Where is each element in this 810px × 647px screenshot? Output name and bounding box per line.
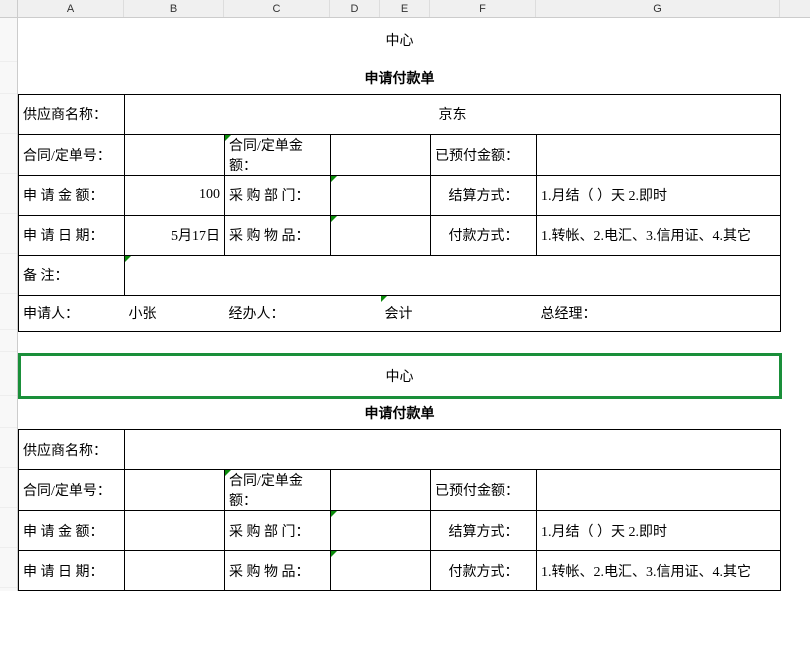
apply-amt-label[interactable]: 申 请 金 额： bbox=[19, 175, 125, 215]
comment-indicator-icon bbox=[381, 296, 387, 302]
comment-indicator-icon bbox=[225, 470, 231, 476]
payment-form-1: 中心 申请付款单 供应商名称： 京东 合同/定单号： 合同/定单金额： 已预付金… bbox=[18, 18, 781, 332]
comment-indicator-icon bbox=[331, 176, 337, 182]
prepaid-value[interactable] bbox=[537, 134, 781, 175]
contract-no-label[interactable]: 合同/定单号： bbox=[19, 470, 125, 511]
form-subtitle[interactable]: 申请付款单 bbox=[19, 398, 781, 430]
col-C[interactable]: C bbox=[224, 0, 330, 17]
supplier-value[interactable] bbox=[125, 430, 781, 470]
contract-no-value[interactable] bbox=[125, 470, 225, 511]
dept-label[interactable]: 采 购 部 门： bbox=[225, 175, 331, 215]
goods-value[interactable] bbox=[331, 551, 431, 591]
pay-method-value[interactable]: 1.转帐、2.电汇、3.信用证、4.其它 bbox=[537, 551, 781, 591]
contract-no-value[interactable] bbox=[125, 134, 225, 175]
applicant-label[interactable]: 申请人： bbox=[19, 295, 125, 331]
dept-label[interactable]: 采 购 部 门： bbox=[225, 511, 331, 551]
goods-value[interactable] bbox=[331, 215, 431, 255]
goods-label[interactable]: 采 购 物 品： bbox=[225, 215, 331, 255]
col-D[interactable]: D bbox=[330, 0, 380, 17]
col-F[interactable]: F bbox=[430, 0, 536, 17]
apply-amt-value[interactable] bbox=[125, 511, 225, 551]
settle-value[interactable]: 1.月结（ ）天 2.即时 bbox=[537, 175, 781, 215]
pay-method-value[interactable]: 1.转帐、2.电汇、3.信用证、4.其它 bbox=[537, 215, 781, 255]
comment-indicator-icon bbox=[331, 551, 337, 557]
manager-label[interactable]: 总经理： bbox=[537, 295, 781, 331]
col-E[interactable]: E bbox=[380, 0, 430, 17]
form-subtitle[interactable]: 申请付款单 bbox=[19, 62, 781, 94]
pay-method-label[interactable]: 付款方式： bbox=[431, 551, 537, 591]
form-title[interactable]: 中心 bbox=[19, 18, 781, 62]
comment-indicator-icon bbox=[225, 135, 231, 141]
contract-no-label[interactable]: 合同/定单号： bbox=[19, 134, 125, 175]
comment-indicator-icon bbox=[331, 216, 337, 222]
comment-indicator-icon bbox=[331, 511, 337, 517]
pay-method-label[interactable]: 付款方式： bbox=[431, 215, 537, 255]
col-G[interactable]: G bbox=[536, 0, 780, 17]
apply-date-value[interactable] bbox=[125, 551, 225, 591]
handler-label[interactable]: 经办人： bbox=[225, 295, 381, 331]
apply-amt-value[interactable]: 100 bbox=[125, 175, 225, 215]
comment-indicator-icon bbox=[125, 256, 131, 262]
apply-date-label[interactable]: 申 请 日 期： bbox=[19, 215, 125, 255]
supplier-value[interactable]: 京东 bbox=[125, 94, 781, 134]
row-numbers bbox=[0, 18, 18, 591]
applicant-value[interactable]: 小张 bbox=[125, 295, 225, 331]
apply-amt-label[interactable]: 申 请 金 额： bbox=[19, 511, 125, 551]
contract-amt-value[interactable] bbox=[331, 134, 431, 175]
accountant-label[interactable]: 会计 bbox=[381, 295, 537, 331]
remark-value[interactable] bbox=[125, 255, 781, 295]
apply-date-value[interactable]: 5月17日 bbox=[125, 215, 225, 255]
column-headers: A B C D E F G bbox=[0, 0, 810, 18]
contract-amt-value[interactable] bbox=[331, 470, 431, 511]
prepaid-label[interactable]: 已预付金额： bbox=[431, 134, 537, 175]
settle-value[interactable]: 1.月结（ ）天 2.即时 bbox=[537, 511, 781, 551]
form-title-selected[interactable]: 中心 bbox=[19, 354, 781, 398]
sheet-content: 中心 申请付款单 供应商名称： 京东 合同/定单号： 合同/定单金额： 已预付金… bbox=[18, 18, 810, 591]
settle-label[interactable]: 结算方式： bbox=[431, 175, 537, 215]
contract-amt-label[interactable]: 合同/定单金额： bbox=[225, 470, 331, 511]
supplier-label[interactable]: 供应商名称： bbox=[19, 94, 125, 134]
contract-amt-label[interactable]: 合同/定单金额： bbox=[225, 134, 331, 175]
spreadsheet: A B C D E F G bbox=[0, 0, 810, 591]
goods-label[interactable]: 采 购 物 品： bbox=[225, 551, 331, 591]
settle-label[interactable]: 结算方式： bbox=[431, 511, 537, 551]
col-B[interactable]: B bbox=[124, 0, 224, 17]
remark-label[interactable]: 备 注： bbox=[19, 255, 125, 295]
apply-date-label[interactable]: 申 请 日 期： bbox=[19, 551, 125, 591]
dept-value[interactable] bbox=[331, 511, 431, 551]
prepaid-value[interactable] bbox=[537, 470, 781, 511]
supplier-label[interactable]: 供应商名称： bbox=[19, 430, 125, 470]
prepaid-label[interactable]: 已预付金额： bbox=[431, 470, 537, 511]
payment-form-2: 中心 申请付款单 供应商名称： 合同/定单号： 合同/定单金额： 已预付金额： bbox=[18, 354, 781, 592]
dept-value[interactable] bbox=[331, 175, 431, 215]
blank-row[interactable] bbox=[18, 332, 810, 354]
col-A[interactable]: A bbox=[18, 0, 124, 17]
